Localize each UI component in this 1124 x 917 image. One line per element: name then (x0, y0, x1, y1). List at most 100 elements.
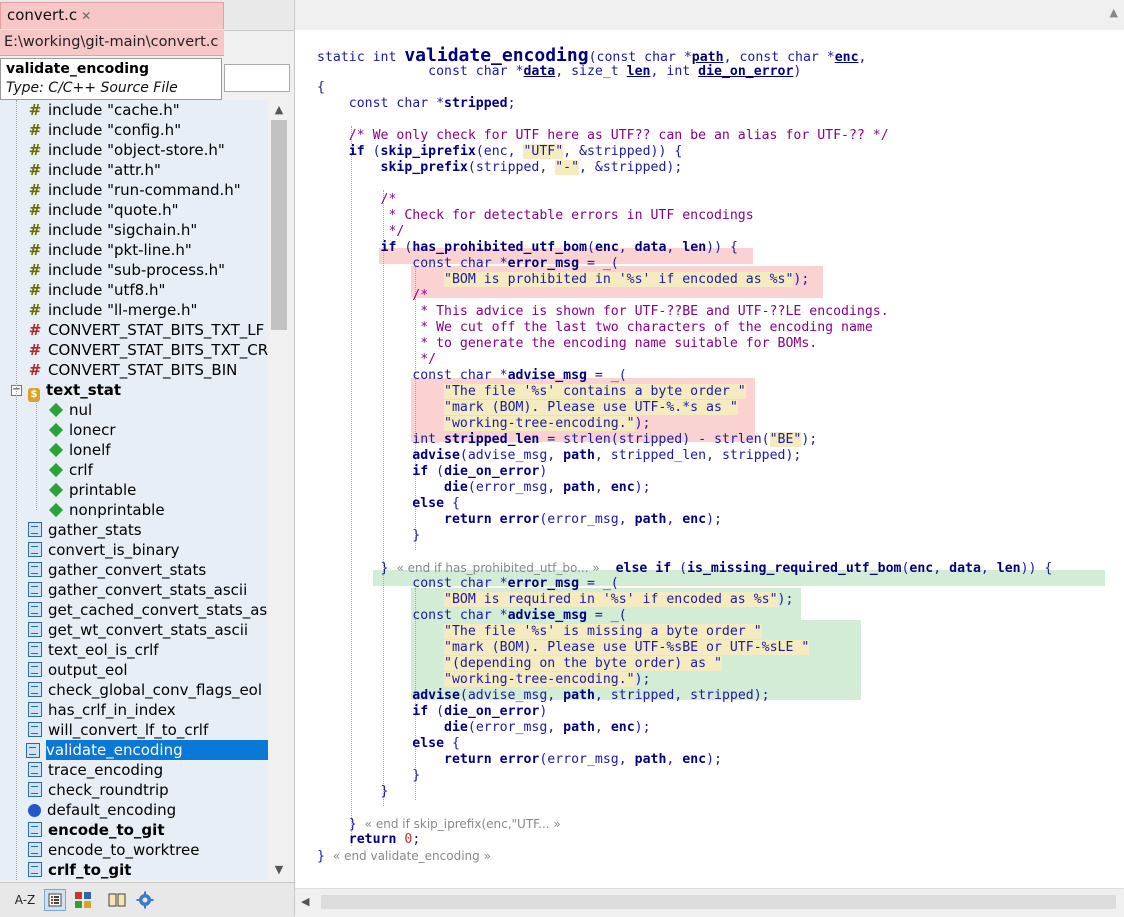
tree-item[interactable]: will_convert_lf_to_crlf (28, 720, 268, 740)
hscrollbar-thumb[interactable] (321, 895, 1116, 909)
code-line[interactable]: /* (317, 192, 397, 208)
code-line[interactable]: else { (317, 496, 460, 512)
code-line[interactable]: } « end validate_encoding » (317, 848, 491, 864)
code-line[interactable]: advise(advise_msg, path, stripped, strip… (317, 688, 769, 704)
code-line[interactable]: /* We only check for UTF here as UTF?? c… (317, 128, 889, 144)
code-line[interactable]: } (317, 528, 420, 544)
code-line[interactable]: "mark (BOM). Please use UTF-%sBE or UTF-… (317, 640, 810, 656)
scroll-down-icon[interactable]: ▼ (271, 862, 287, 878)
code-line[interactable]: * We cut off the last two characters of … (317, 320, 873, 336)
tree-item[interactable]: get_wt_convert_stats_ascii (28, 620, 268, 640)
scroll-up-icon[interactable]: ▲ (1110, 6, 1118, 19)
code-line[interactable]: * Check for detectable errors in UTF enc… (317, 208, 753, 224)
editor-hscrollbar[interactable]: ◀ (295, 888, 1124, 917)
tree-item[interactable]: encode_to_worktree (28, 840, 268, 860)
tree-item[interactable]: validate_encoding (26, 740, 268, 760)
code-line[interactable]: static int validate_encoding(const char … (317, 47, 867, 66)
tree-item[interactable]: # include "utf8.h" (28, 280, 268, 300)
tree-item[interactable]: crlf (48, 460, 268, 480)
code-line[interactable]: if (die_on_error) (317, 464, 547, 480)
code-line[interactable]: if (skip_iprefix(enc, "UTF", &stripped))… (317, 144, 682, 160)
code-line[interactable]: "The file '%s' contains a byte order " (317, 384, 746, 400)
symbol-search-input[interactable] (224, 64, 290, 92)
tree-item[interactable]: convert_is_binary (28, 540, 268, 560)
category-view-button[interactable] (72, 889, 94, 911)
code-line[interactable]: die(error_msg, path, enc); (317, 480, 650, 496)
code-line[interactable]: die(error_msg, path, enc); (317, 720, 650, 736)
code-line[interactable]: const char *stripped; (317, 96, 516, 112)
tree-item[interactable]: # include "pkt-line.h" (28, 240, 268, 260)
tree-item[interactable]: has_crlf_in_index (28, 700, 268, 720)
tree-item[interactable]: check_global_conv_flags_eol (28, 680, 268, 700)
tree-scrollbar[interactable]: ▲ ▼ (268, 100, 290, 880)
code-line[interactable]: * This advice is shown for UTF-??BE and … (317, 304, 888, 320)
tree-item[interactable]: # include "run-command.h" (28, 180, 268, 200)
code-line[interactable]: "working-tree-encoding."); (317, 416, 651, 432)
code-line[interactable]: return error(error_msg, path, enc); (317, 752, 722, 768)
tree-item[interactable]: lonecr (48, 420, 268, 440)
scroll-left-icon[interactable]: ◀ (301, 895, 309, 908)
code-line[interactable]: */ (317, 224, 404, 240)
tree-item[interactable]: trace_encoding (28, 760, 268, 780)
tree-item[interactable]: # include "sub-process.h" (28, 260, 268, 280)
tree-item[interactable]: $ text_stat (28, 380, 268, 402)
tree-item[interactable]: gather_stats (28, 520, 268, 540)
code-line[interactable]: "working-tree-encoding."); (317, 672, 651, 688)
code-line[interactable]: return error(error_msg, path, enc); (317, 512, 722, 528)
tree-item[interactable]: default_encoding (28, 800, 268, 820)
tree-item[interactable]: # CONVERT_STAT_BITS_TXT_CRLF (28, 340, 268, 360)
code-line[interactable]: "The file '%s' is missing a byte order " (317, 624, 762, 640)
tree-item[interactable]: check_roundtrip (28, 780, 268, 800)
code-line[interactable]: advise(advise_msg, path, stripped_len, s… (317, 448, 801, 464)
tree-item[interactable]: # include "quote.h" (28, 200, 268, 220)
list-view-button[interactable] (44, 889, 66, 911)
code-line[interactable]: if (has_prohibited_utf_bom(enc, data, le… (317, 240, 738, 256)
code-line[interactable]: } « end if has_prohibited_utf_bo... » el… (317, 560, 1053, 576)
tree-item[interactable]: nonprintable (48, 500, 268, 520)
close-icon[interactable]: ✕ (81, 9, 91, 23)
code-line[interactable]: } (317, 768, 420, 784)
tree-item[interactable]: encode_to_git (28, 820, 268, 840)
tree-item[interactable]: # include "object-store.h" (28, 140, 268, 160)
tree-item[interactable]: gather_convert_stats_ascii (28, 580, 268, 600)
code-line[interactable]: const char *advise_msg = _( (317, 368, 626, 384)
tree-item[interactable]: get_cached_convert_stats_ascii (28, 600, 268, 620)
code-line[interactable]: } (317, 784, 389, 800)
code-line[interactable]: "mark (BOM). Please use UTF-%.*s as " (317, 400, 738, 416)
code-line[interactable]: const char *error_msg = _( (317, 576, 618, 592)
code-line[interactable]: if (die_on_error) (317, 704, 547, 720)
tree-item[interactable]: text_eol_is_crlf (28, 640, 268, 660)
tree-item[interactable]: # include "config.h" (28, 120, 268, 140)
tree-item[interactable]: # include "cache.h" (28, 100, 268, 120)
code-line[interactable]: */ (317, 352, 436, 368)
sort-alpha-button[interactable]: A-Z (12, 889, 38, 911)
code-line[interactable]: const char *data, size_t len, int die_on… (317, 64, 801, 80)
settings-button[interactable] (134, 889, 156, 911)
tree-item[interactable]: # CONVERT_STAT_BITS_BIN (28, 360, 268, 380)
tree-item[interactable]: nul (48, 400, 268, 420)
tree-item[interactable]: # CONVERT_STAT_BITS_TXT_LF (28, 320, 268, 340)
code-line[interactable]: const char *error_msg = _( (317, 256, 618, 272)
tree-item[interactable]: lonelf (48, 440, 268, 460)
code-editor[interactable]: static int validate_encoding(const char … (295, 30, 1124, 888)
tree-item[interactable]: # include "sigchain.h" (28, 220, 268, 240)
code-line[interactable]: else { (317, 736, 460, 752)
code-line[interactable]: * to generate the encoding name suitable… (317, 336, 817, 352)
tree-item[interactable]: crlf_to_git (28, 860, 268, 880)
code-line[interactable]: return 0; (317, 832, 421, 848)
code-line[interactable]: "(depending on the byte order) as " (317, 656, 722, 672)
tree-item[interactable]: output_eol (28, 660, 268, 680)
code-line[interactable]: const char *advise_msg = _( (317, 608, 626, 624)
code-line[interactable]: skip_prefix(stripped, "-", &stripped); (317, 160, 682, 176)
book-button[interactable] (106, 889, 128, 911)
tree-item[interactable]: # include "attr.h" (28, 160, 268, 180)
code-line[interactable]: int stripped_len = strlen(stripped) - st… (317, 432, 817, 448)
code-line[interactable]: "BOM is required in '%s' if encoded as %… (317, 592, 793, 608)
tree-item[interactable]: gather_convert_stats (28, 560, 268, 580)
file-tab[interactable]: convert.c ✕ (0, 2, 224, 29)
tree-item[interactable]: # include "ll-merge.h" (28, 300, 268, 320)
code-line[interactable]: } « end if skip_iprefix(enc,"UTF... » (317, 816, 561, 832)
scrollbar-thumb[interactable] (271, 120, 287, 330)
code-line[interactable]: { (317, 80, 325, 96)
tree-item[interactable]: printable (48, 480, 268, 500)
